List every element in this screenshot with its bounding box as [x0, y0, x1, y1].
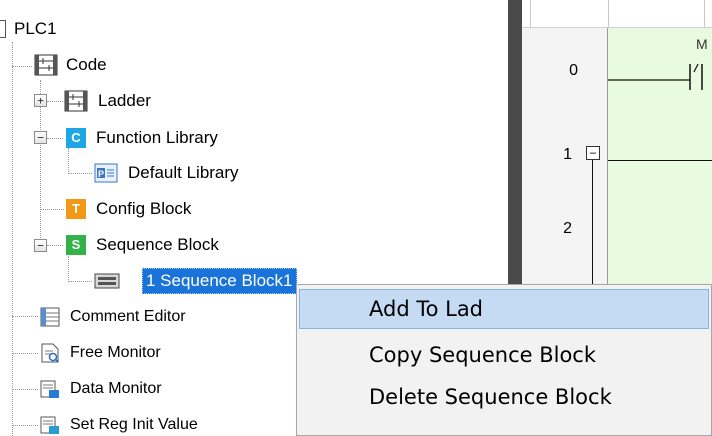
- tree-item-label: Sequence Block: [96, 235, 219, 254]
- tree-connector: [68, 173, 92, 174]
- root-icon: [0, 20, 6, 38]
- tree-connector: [68, 281, 92, 282]
- collapse-sequence-block-button[interactable]: −: [34, 239, 47, 252]
- tree-item-label: Code: [66, 55, 107, 74]
- tree-item-set-reg-init-value[interactable]: Set Reg Init Value: [40, 410, 198, 436]
- svg-text:P: P: [98, 169, 104, 179]
- tree-item-function-library[interactable]: C Function Library: [66, 123, 218, 153]
- menu-item-add-to-lad[interactable]: Add To Lad: [299, 289, 709, 329]
- tree-connector: [12, 42, 13, 436]
- column-divider: [530, 0, 531, 28]
- column-divider: [608, 0, 609, 28]
- tree-item-label: Set Reg Init Value: [70, 416, 198, 433]
- tree-item-data-monitor[interactable]: Data Monitor: [40, 374, 162, 404]
- comment-editor-icon: [40, 307, 60, 327]
- tree-item-label: Config Block: [96, 199, 192, 218]
- ladder-icon: [64, 90, 88, 112]
- tree-item-comment-editor[interactable]: Comment Editor: [40, 302, 186, 332]
- rung-number: 2: [563, 220, 572, 237]
- tree-connector: [47, 101, 63, 102]
- ladder-column-header: [522, 0, 712, 28]
- tree-item-plc1[interactable]: PLC1: [0, 14, 57, 44]
- free-monitor-icon: [41, 343, 59, 363]
- tree-item-code[interactable]: Code: [34, 50, 107, 80]
- tree-item-free-monitor[interactable]: Free Monitor: [40, 338, 161, 368]
- tree-item-config-block[interactable]: T Config Block: [66, 194, 191, 224]
- tree-item-ladder[interactable]: Ladder: [64, 86, 151, 116]
- tree-connector: [12, 316, 38, 317]
- context-menu: Add To Lad Copy Sequence Block Delete Se…: [296, 284, 712, 436]
- tree-connector: [47, 245, 63, 246]
- expand-ladder-button[interactable]: +: [34, 94, 47, 107]
- tree-connector: [12, 353, 38, 354]
- code-icon: [34, 54, 58, 76]
- set-reg-init-value-icon: [40, 416, 59, 434]
- tree-connector: [12, 389, 38, 390]
- sequence-file-icon: [94, 273, 120, 289]
- tree-connector: [12, 66, 32, 67]
- function-library-icon: C: [66, 128, 86, 148]
- column-divider: [704, 0, 705, 28]
- tree-connector: [47, 138, 63, 139]
- config-block-icon: T: [66, 199, 86, 219]
- tree-item-sequence-block1[interactable]: 1 Sequence Block1: [94, 266, 297, 296]
- tree-connector: [12, 425, 38, 426]
- tree-item-label: PLC1: [14, 19, 57, 38]
- tree-item-default-library[interactable]: P Default Library: [94, 158, 239, 188]
- menu-item-delete-sequence-block[interactable]: Delete Sequence Block: [299, 377, 709, 417]
- collapse-function-library-button[interactable]: −: [34, 131, 47, 144]
- tree-item-label: Function Library: [96, 128, 218, 147]
- tree-item-sequence-block[interactable]: S Sequence Block: [66, 230, 219, 260]
- sequence-block-icon: S: [66, 235, 86, 255]
- tree-item-label: Ladder: [98, 91, 151, 110]
- rung-1-line: [608, 160, 712, 161]
- rung-number: 0: [569, 62, 578, 79]
- tree-item-label: Comment Editor: [70, 308, 186, 325]
- tree-item-label: 1 Sequence Block1: [142, 268, 297, 294]
- tree-item-label: Free Monitor: [70, 344, 161, 361]
- contact-label: M: [696, 36, 708, 52]
- tree-connector: [40, 209, 64, 210]
- data-monitor-icon: [40, 380, 59, 398]
- tree-item-label: Default Library: [128, 163, 239, 182]
- collapse-rung-1-button[interactable]: −: [586, 146, 600, 160]
- rung-number: 1: [563, 146, 572, 163]
- tree-item-label: Data Monitor: [70, 380, 162, 397]
- library-file-icon: P: [94, 163, 118, 183]
- menu-item-copy-sequence-block[interactable]: Copy Sequence Block: [299, 335, 709, 375]
